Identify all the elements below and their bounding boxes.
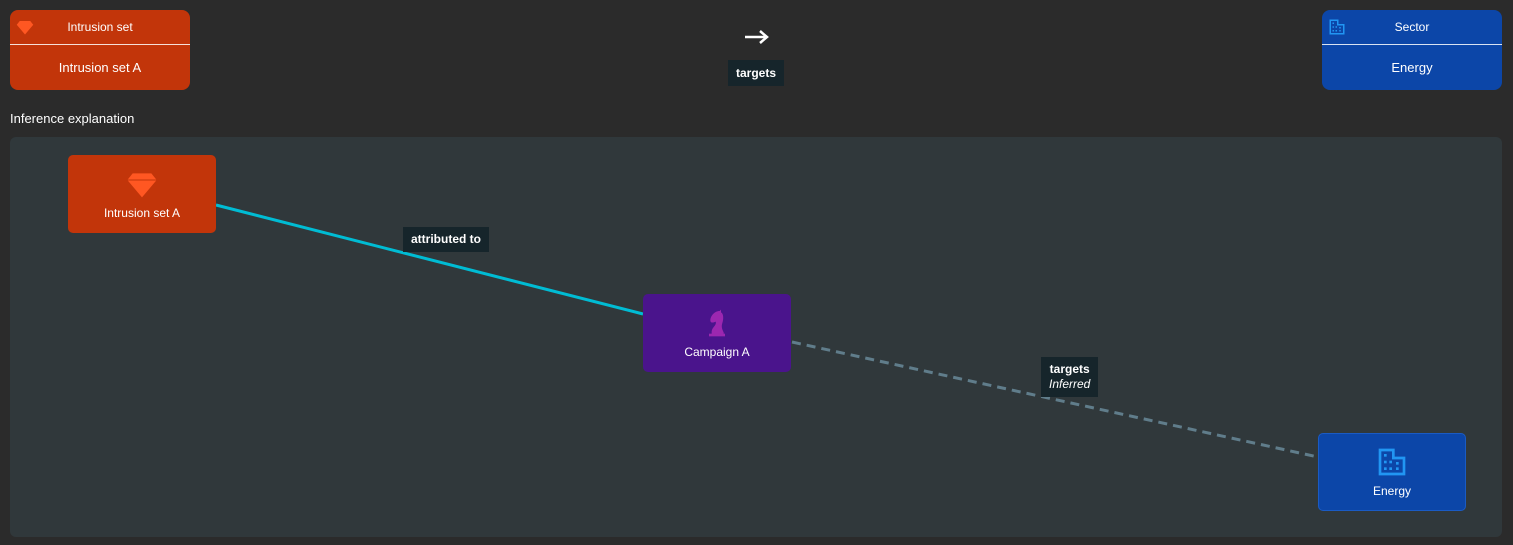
source-entity-card[interactable]: Intrusion set Intrusion set A [10, 10, 190, 90]
node-label: Energy [1372, 484, 1412, 498]
node-intrusion-set[interactable]: Intrusion set A [68, 155, 216, 233]
inference-graph[interactable]: Intrusion set A Campaign A Energy attrib… [10, 137, 1502, 537]
diamond-icon [16, 21, 34, 35]
building-icon [1378, 448, 1406, 476]
node-sector[interactable]: Energy [1318, 433, 1466, 511]
source-entity-name: Intrusion set A [58, 60, 142, 75]
node-campaign[interactable]: Campaign A [643, 294, 791, 372]
diamond-icon [127, 173, 157, 198]
building-icon [1329, 19, 1345, 35]
source-entity-header: Intrusion set [10, 10, 190, 45]
edge-label-text: attributed to [411, 232, 481, 246]
edge-label-targets: targets Inferred [1041, 357, 1099, 397]
target-entity-name: Energy [1391, 60, 1433, 75]
inference-explanation-title: Inference explanation [10, 111, 135, 126]
node-label: Campaign A [684, 345, 750, 359]
node-label: Intrusion set A [103, 206, 181, 220]
edge-label-attributed-to: attributed to [403, 227, 489, 252]
inference-page: Intrusion set Intrusion set A targets Se… [0, 0, 1513, 545]
target-entity-header: Sector [1322, 10, 1502, 45]
edge-label-text: targets [1049, 362, 1090, 376]
arrow-right-icon [745, 30, 769, 44]
inferred-tag: Inferred [1049, 377, 1091, 391]
relationship-type-badge: targets [728, 60, 784, 86]
source-entity-type: Intrusion set [67, 20, 133, 34]
chess-knight-icon [709, 309, 725, 337]
target-entity-type: Sector [1394, 20, 1430, 34]
target-entity-card[interactable]: Sector Energy [1322, 10, 1502, 90]
edge-attributed-to [215, 203, 644, 316]
